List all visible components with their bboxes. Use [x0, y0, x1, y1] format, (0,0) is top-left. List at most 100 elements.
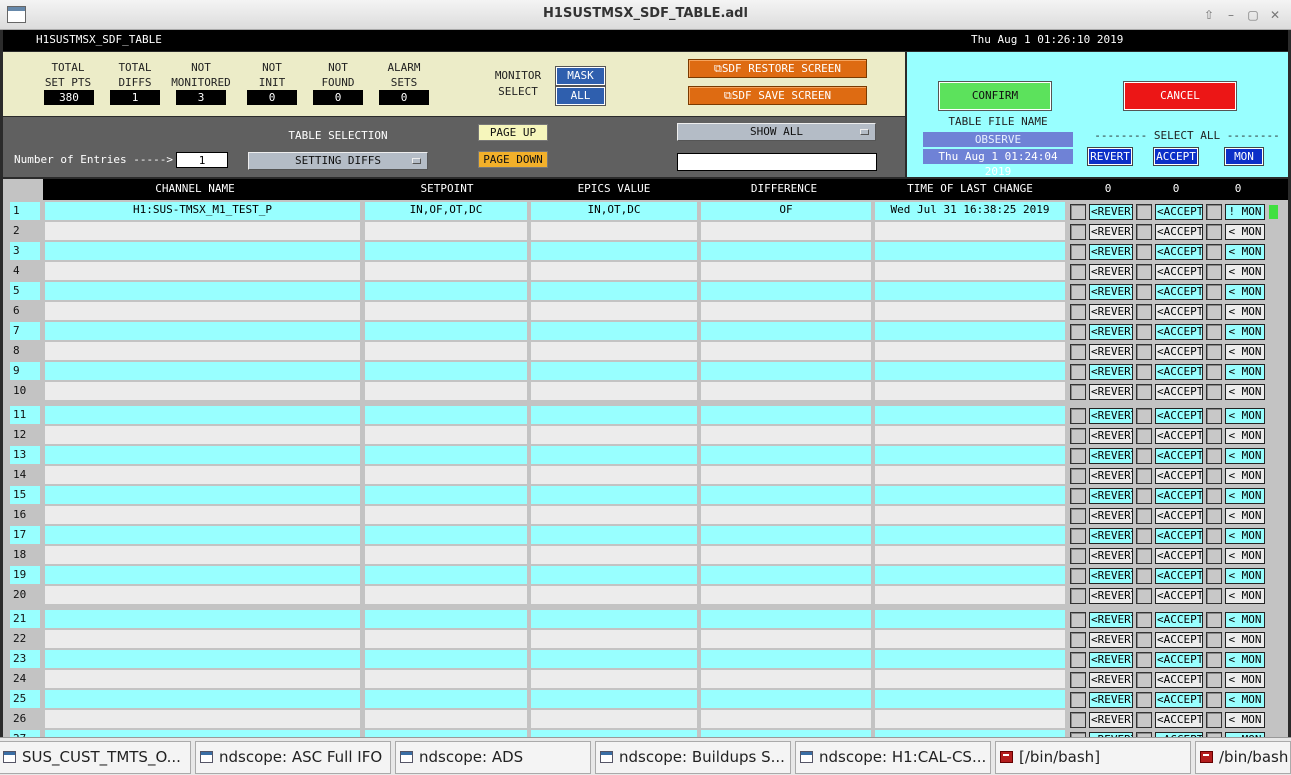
- mon-checkbox[interactable]: [1206, 244, 1222, 260]
- page-up-button[interactable]: PAGE UP: [478, 124, 548, 141]
- revert-checkbox[interactable]: [1070, 488, 1086, 504]
- accept-checkbox[interactable]: [1136, 508, 1152, 524]
- mon-checkbox[interactable]: [1206, 224, 1222, 240]
- revert-button[interactable]: <REVERT: [1089, 468, 1133, 484]
- revert-button[interactable]: <REVERT: [1089, 224, 1133, 240]
- revert-button[interactable]: <REVERT: [1089, 612, 1133, 628]
- mon-button[interactable]: < MON: [1225, 508, 1265, 524]
- mon-button[interactable]: < MON: [1225, 712, 1265, 728]
- revert-button[interactable]: <REVERT: [1089, 244, 1133, 260]
- table-selection-menu[interactable]: SETTING DIFFS: [248, 152, 428, 170]
- revert-checkbox[interactable]: [1070, 304, 1086, 320]
- accept-button[interactable]: <ACCEPT: [1155, 284, 1203, 300]
- revert-button[interactable]: <REVERT: [1089, 408, 1133, 424]
- taskbar-item-bash-1[interactable]: [/bin/bash]: [995, 741, 1191, 774]
- mon-checkbox[interactable]: [1206, 652, 1222, 668]
- mon-button[interactable]: < MON: [1225, 448, 1265, 464]
- revert-checkbox[interactable]: [1070, 568, 1086, 584]
- mon-checkbox[interactable]: [1206, 264, 1222, 280]
- accept-button[interactable]: <ACCEPT: [1155, 448, 1203, 464]
- revert-checkbox[interactable]: [1070, 344, 1086, 360]
- accept-checkbox[interactable]: [1136, 428, 1152, 444]
- revert-checkbox[interactable]: [1070, 692, 1086, 708]
- accept-checkbox[interactable]: [1136, 652, 1152, 668]
- accept-checkbox[interactable]: [1136, 304, 1152, 320]
- revert-button[interactable]: <REVERT: [1089, 652, 1133, 668]
- mon-checkbox[interactable]: [1206, 204, 1222, 220]
- revert-checkbox[interactable]: [1070, 652, 1086, 668]
- revert-button[interactable]: <REVERT: [1089, 528, 1133, 544]
- accept-button[interactable]: <ACCEPT: [1155, 528, 1203, 544]
- accept-button[interactable]: <ACCEPT: [1155, 264, 1203, 280]
- accept-checkbox[interactable]: [1136, 672, 1152, 688]
- revert-button[interactable]: <REVERT: [1089, 548, 1133, 564]
- channel-filter-input[interactable]: [677, 153, 877, 171]
- revert-button[interactable]: <REVERT: [1089, 448, 1133, 464]
- revert-button[interactable]: <REVERT: [1089, 508, 1133, 524]
- close-window-icon[interactable]: ✕: [1266, 6, 1284, 24]
- taskbar-item-ndscope-cal[interactable]: ndscope: H1:CAL-CS...: [795, 741, 991, 774]
- mon-checkbox[interactable]: [1206, 712, 1222, 728]
- mon-checkbox[interactable]: [1206, 588, 1222, 604]
- maximize-window-icon[interactable]: ▢: [1244, 6, 1262, 24]
- revert-checkbox[interactable]: [1070, 448, 1086, 464]
- revert-checkbox[interactable]: [1070, 672, 1086, 688]
- revert-button[interactable]: <REVERT: [1089, 384, 1133, 400]
- accept-button[interactable]: <ACCEPT: [1155, 304, 1203, 320]
- mon-button[interactable]: ! MON: [1225, 204, 1265, 220]
- mon-all-button[interactable]: MON: [1224, 147, 1264, 166]
- mon-button[interactable]: < MON: [1225, 304, 1265, 320]
- revert-checkbox[interactable]: [1070, 224, 1086, 240]
- show-filter-menu[interactable]: SHOW ALL: [677, 123, 876, 141]
- accept-button[interactable]: <ACCEPT: [1155, 712, 1203, 728]
- mon-button[interactable]: < MON: [1225, 344, 1265, 360]
- mon-button[interactable]: < MON: [1225, 488, 1265, 504]
- accept-button[interactable]: <ACCEPT: [1155, 224, 1203, 240]
- mon-button[interactable]: < MON: [1225, 548, 1265, 564]
- accept-checkbox[interactable]: [1136, 612, 1152, 628]
- revert-button[interactable]: <REVERT: [1089, 264, 1133, 280]
- taskbar-item-bash-2[interactable]: /bin/bash: [1195, 741, 1291, 774]
- accept-button[interactable]: <ACCEPT: [1155, 652, 1203, 668]
- accept-button[interactable]: <ACCEPT: [1155, 344, 1203, 360]
- accept-all-button[interactable]: ACCEPT: [1153, 147, 1199, 166]
- accept-checkbox[interactable]: [1136, 284, 1152, 300]
- accept-checkbox[interactable]: [1136, 344, 1152, 360]
- accept-button[interactable]: <ACCEPT: [1155, 692, 1203, 708]
- mon-button[interactable]: < MON: [1225, 652, 1265, 668]
- shade-window-icon[interactable]: ⇧: [1200, 6, 1218, 24]
- accept-checkbox[interactable]: [1136, 468, 1152, 484]
- mon-checkbox[interactable]: [1206, 324, 1222, 340]
- mon-checkbox[interactable]: [1206, 448, 1222, 464]
- mon-checkbox[interactable]: [1206, 508, 1222, 524]
- mon-button[interactable]: < MON: [1225, 468, 1265, 484]
- accept-button[interactable]: <ACCEPT: [1155, 632, 1203, 648]
- accept-button[interactable]: <ACCEPT: [1155, 324, 1203, 340]
- accept-button[interactable]: <ACCEPT: [1155, 548, 1203, 564]
- revert-checkbox[interactable]: [1070, 204, 1086, 220]
- taskbar-item-sus-cust[interactable]: SUS_CUST_TMTS_O...: [0, 741, 191, 774]
- mon-checkbox[interactable]: [1206, 384, 1222, 400]
- mon-button[interactable]: < MON: [1225, 384, 1265, 400]
- mon-button[interactable]: < MON: [1225, 264, 1265, 280]
- mon-checkbox[interactable]: [1206, 408, 1222, 424]
- revert-button[interactable]: <REVERT: [1089, 284, 1133, 300]
- revert-button[interactable]: <REVERT: [1089, 304, 1133, 320]
- mon-checkbox[interactable]: [1206, 672, 1222, 688]
- revert-checkbox[interactable]: [1070, 632, 1086, 648]
- revert-button[interactable]: <REVERT: [1089, 692, 1133, 708]
- accept-checkbox[interactable]: [1136, 244, 1152, 260]
- mon-checkbox[interactable]: [1206, 304, 1222, 320]
- mon-button[interactable]: < MON: [1225, 324, 1265, 340]
- mon-button[interactable]: < MON: [1225, 632, 1265, 648]
- window-titlebar[interactable]: H1SUSTMSX_SDF_TABLE.adl ⇧ – ▢ ✕: [0, 0, 1291, 30]
- accept-checkbox[interactable]: [1136, 224, 1152, 240]
- revert-checkbox[interactable]: [1070, 528, 1086, 544]
- accept-button[interactable]: <ACCEPT: [1155, 568, 1203, 584]
- mon-button[interactable]: < MON: [1225, 244, 1265, 260]
- revert-checkbox[interactable]: [1070, 264, 1086, 280]
- taskbar-item-ndscope-ads[interactable]: ndscope: ADS: [395, 741, 591, 774]
- accept-checkbox[interactable]: [1136, 548, 1152, 564]
- mon-button[interactable]: < MON: [1225, 224, 1265, 240]
- mon-checkbox[interactable]: [1206, 692, 1222, 708]
